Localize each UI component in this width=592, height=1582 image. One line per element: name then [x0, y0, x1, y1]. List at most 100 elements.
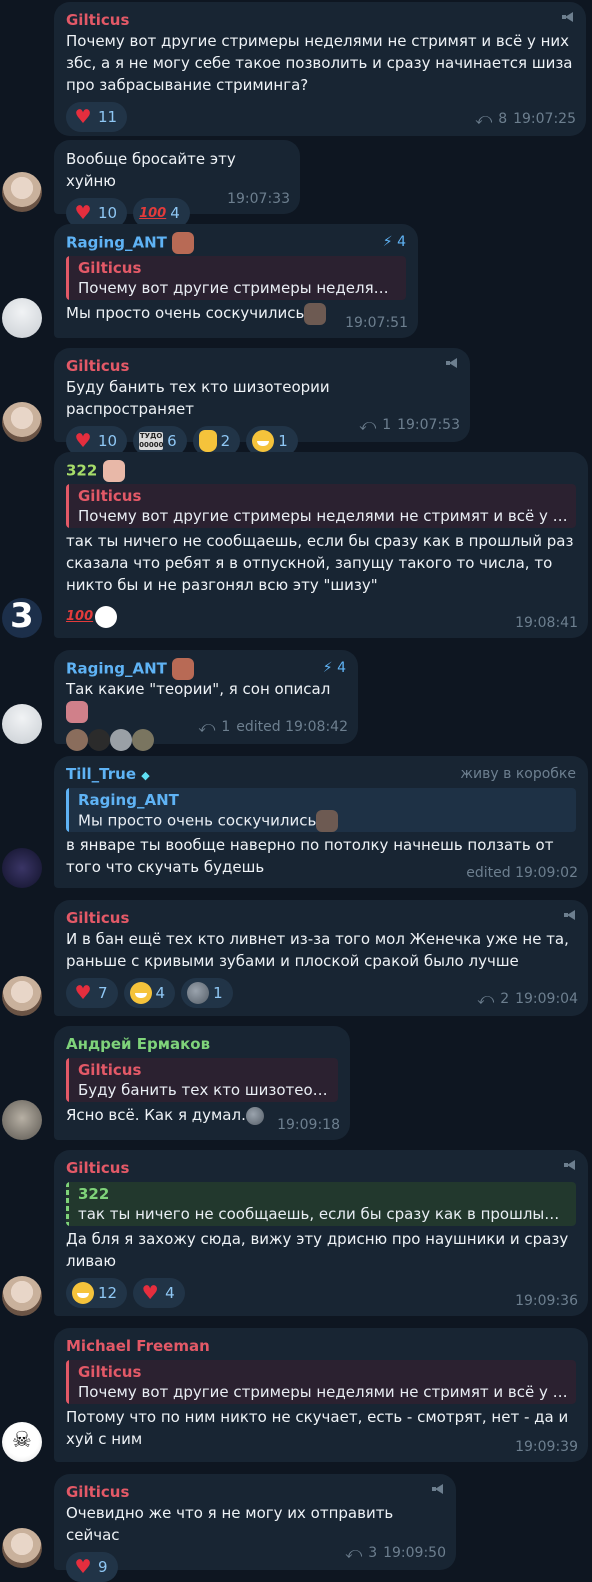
message-bubble[interactable]: Till_True ◆ живу в коробке Raging_ANT Мы…: [54, 756, 588, 888]
avatar[interactable]: ☠: [2, 1422, 42, 1462]
message-meta: ⤺ 1 19:07:53: [359, 415, 460, 435]
member-tag: живу в коробке: [460, 766, 576, 782]
pentagram-icon[interactable]: [95, 606, 118, 628]
avatar[interactable]: [2, 402, 42, 442]
grin-icon: [72, 1282, 94, 1304]
message-author[interactable]: Gilticus: [66, 10, 574, 30]
reaction-count: 9: [98, 1558, 108, 1576]
heart-icon: ♥: [74, 1556, 92, 1578]
message-author[interactable]: Raging_ANT: [66, 658, 346, 680]
reaction-heart[interactable]: ♥ 4: [133, 1278, 185, 1308]
message-text: Буду банить тех кто шизотеории распростр…: [66, 378, 335, 418]
message-author[interactable]: Gilticus: [66, 1158, 576, 1178]
message-text: Да бля я захожу сюда, вижу эту дрисню пр…: [66, 1230, 574, 1270]
reply-text: Почему вот другие стримеры неделями не с…: [78, 1383, 568, 1401]
boost-count: 4: [337, 660, 346, 676]
message-bubble[interactable]: Gilticus И в бан ещё тех кто ливнет из-з…: [54, 900, 588, 1016]
avatar[interactable]: [2, 1528, 42, 1568]
message-text: Почему вот другие стримеры неделями не с…: [66, 32, 578, 94]
reactions: 100: [66, 602, 576, 632]
avatar[interactable]: [2, 1276, 42, 1316]
reply-quote[interactable]: Gilticus Почему вот другие стримеры неде…: [66, 1360, 576, 1404]
channel-icon: [432, 1484, 444, 1494]
reaction-heart[interactable]: ♥ 7: [66, 978, 118, 1008]
message-meta: 19:07:51: [345, 315, 408, 331]
reply-author: Gilticus: [78, 1363, 142, 1381]
reply-count[interactable]: 1: [221, 719, 230, 735]
hundred-icon[interactable]: 100: [66, 602, 93, 632]
boost-badge: ⚡ 4: [323, 660, 346, 676]
message-author[interactable]: Gilticus: [66, 356, 458, 376]
avatar[interactable]: 3: [2, 598, 42, 638]
reply-count[interactable]: 1: [382, 417, 391, 433]
message-bubble[interactable]: Вообще бросайте эту хуйню ♥ 10 100 4 19:07…: [54, 140, 300, 228]
reply-quote[interactable]: Gilticus Почему вот другие стримеры неде…: [66, 484, 576, 528]
message-author[interactable]: Андрей Ермаков: [66, 1034, 338, 1054]
reply-text-content: Мы просто очень соскучились: [78, 811, 317, 830]
message-bubble[interactable]: Gilticus Буду банить тех кто шизотеории …: [54, 348, 470, 456]
avatar[interactable]: [2, 848, 42, 888]
reply-author: Gilticus: [78, 487, 142, 505]
author-emoji-icon: [172, 232, 195, 254]
reaction-grin[interactable]: 4: [123, 978, 176, 1008]
reaction-moon[interactable]: 1: [181, 978, 233, 1008]
message-bubble[interactable]: Gilticus 322 так ты ничего не сообщаешь,…: [54, 1150, 588, 1316]
chat-feed[interactable]: Gilticus Почему вот другие стримеры неде…: [0, 0, 592, 1582]
avatar[interactable]: [2, 1100, 42, 1140]
avatar[interactable]: [2, 172, 42, 212]
reply-icon[interactable]: ⤺: [198, 717, 215, 737]
reply-icon[interactable]: ⤺: [345, 1543, 362, 1563]
reply-icon[interactable]: ⤺: [477, 989, 494, 1009]
boost-badge: ⚡ 4: [383, 234, 406, 250]
message-author[interactable]: Raging_ANT: [66, 232, 406, 254]
message-bubble[interactable]: Raging_ANT ⚡ 4 Так какие "теории", я сон…: [54, 650, 358, 751]
reaction-count: 4: [165, 1284, 175, 1302]
reaction-heart[interactable]: ♥ 9: [66, 1552, 118, 1582]
reaction-avatar-icon[interactable]: [110, 728, 132, 751]
heart-icon: ♥: [74, 982, 92, 1004]
reply-count[interactable]: 8: [498, 111, 507, 127]
reaction-avatar-icon[interactable]: [132, 728, 154, 751]
message-bubble[interactable]: Gilticus Очевидно же что я не могу их от…: [54, 1474, 456, 1582]
reaction-avatar-icon[interactable]: [88, 728, 110, 751]
message-meta: 19:07:33: [227, 191, 290, 207]
avatar[interactable]: [2, 704, 42, 744]
message-time: 19:07:51: [345, 315, 408, 331]
message-bubble[interactable]: Gilticus Почему вот другие стримеры неде…: [54, 2, 586, 136]
message-time: 19:09:39: [515, 1439, 578, 1455]
reply-quote[interactable]: 322 так ты ничего не сообщаешь, если бы …: [66, 1182, 576, 1226]
author-name: Till_True: [66, 765, 136, 783]
reply-icon[interactable]: ⤺: [359, 415, 376, 435]
author-name: Raging_ANT: [66, 659, 167, 678]
reaction-count: 4: [155, 984, 166, 1002]
reply-author: 322: [78, 1185, 110, 1203]
reply-quote[interactable]: Raging_ANT Мы просто очень соскучились: [66, 788, 576, 832]
message-author[interactable]: 322: [66, 460, 576, 482]
message-bubble[interactable]: Raging_ANT ⚡ 4 Gilticus Почему вот други…: [54, 224, 418, 338]
message-meta: 19:08:41: [515, 615, 578, 631]
reaction-heart[interactable]: ♥ 11: [66, 102, 128, 132]
message-author[interactable]: Gilticus: [66, 1482, 444, 1502]
message-bubble[interactable]: Michael Freeman Gilticus Почему вот друг…: [54, 1328, 588, 1462]
message-time: edited 19:09:02: [466, 865, 578, 881]
message-bubble[interactable]: 322 Gilticus Почему вот другие стримеры …: [54, 452, 588, 638]
skull-icon: ☠: [12, 1428, 32, 1453]
moon-icon: [187, 982, 210, 1004]
reply-quote[interactable]: Gilticus Почему вот другие стримеры неде…: [66, 256, 406, 300]
reply-quote[interactable]: Gilticus Буду банить тех кто шизотеор...: [66, 1058, 338, 1102]
reply-icon[interactable]: ⤺: [475, 109, 492, 129]
message-bubble[interactable]: Андрей Ермаков Gilticus Буду банить тех …: [54, 1026, 350, 1140]
reaction-grin[interactable]: 12: [66, 1278, 128, 1308]
avatar[interactable]: [2, 298, 42, 338]
reply-text: так ты ничего не сообщаешь, если бы сраз…: [78, 1205, 568, 1223]
message-author[interactable]: Michael Freeman: [66, 1336, 576, 1356]
reply-count[interactable]: 2: [500, 991, 509, 1007]
message-time: 19:09:50: [383, 1545, 446, 1561]
avatar[interactable]: [2, 976, 42, 1016]
reply-count[interactable]: 3: [368, 1545, 377, 1561]
message-author[interactable]: Gilticus: [66, 908, 576, 928]
reaction-count: 2: [220, 432, 231, 450]
heart-icon: ♥: [74, 106, 92, 128]
author-emoji-icon: [102, 460, 125, 482]
reaction-avatar-icon[interactable]: [66, 728, 88, 751]
